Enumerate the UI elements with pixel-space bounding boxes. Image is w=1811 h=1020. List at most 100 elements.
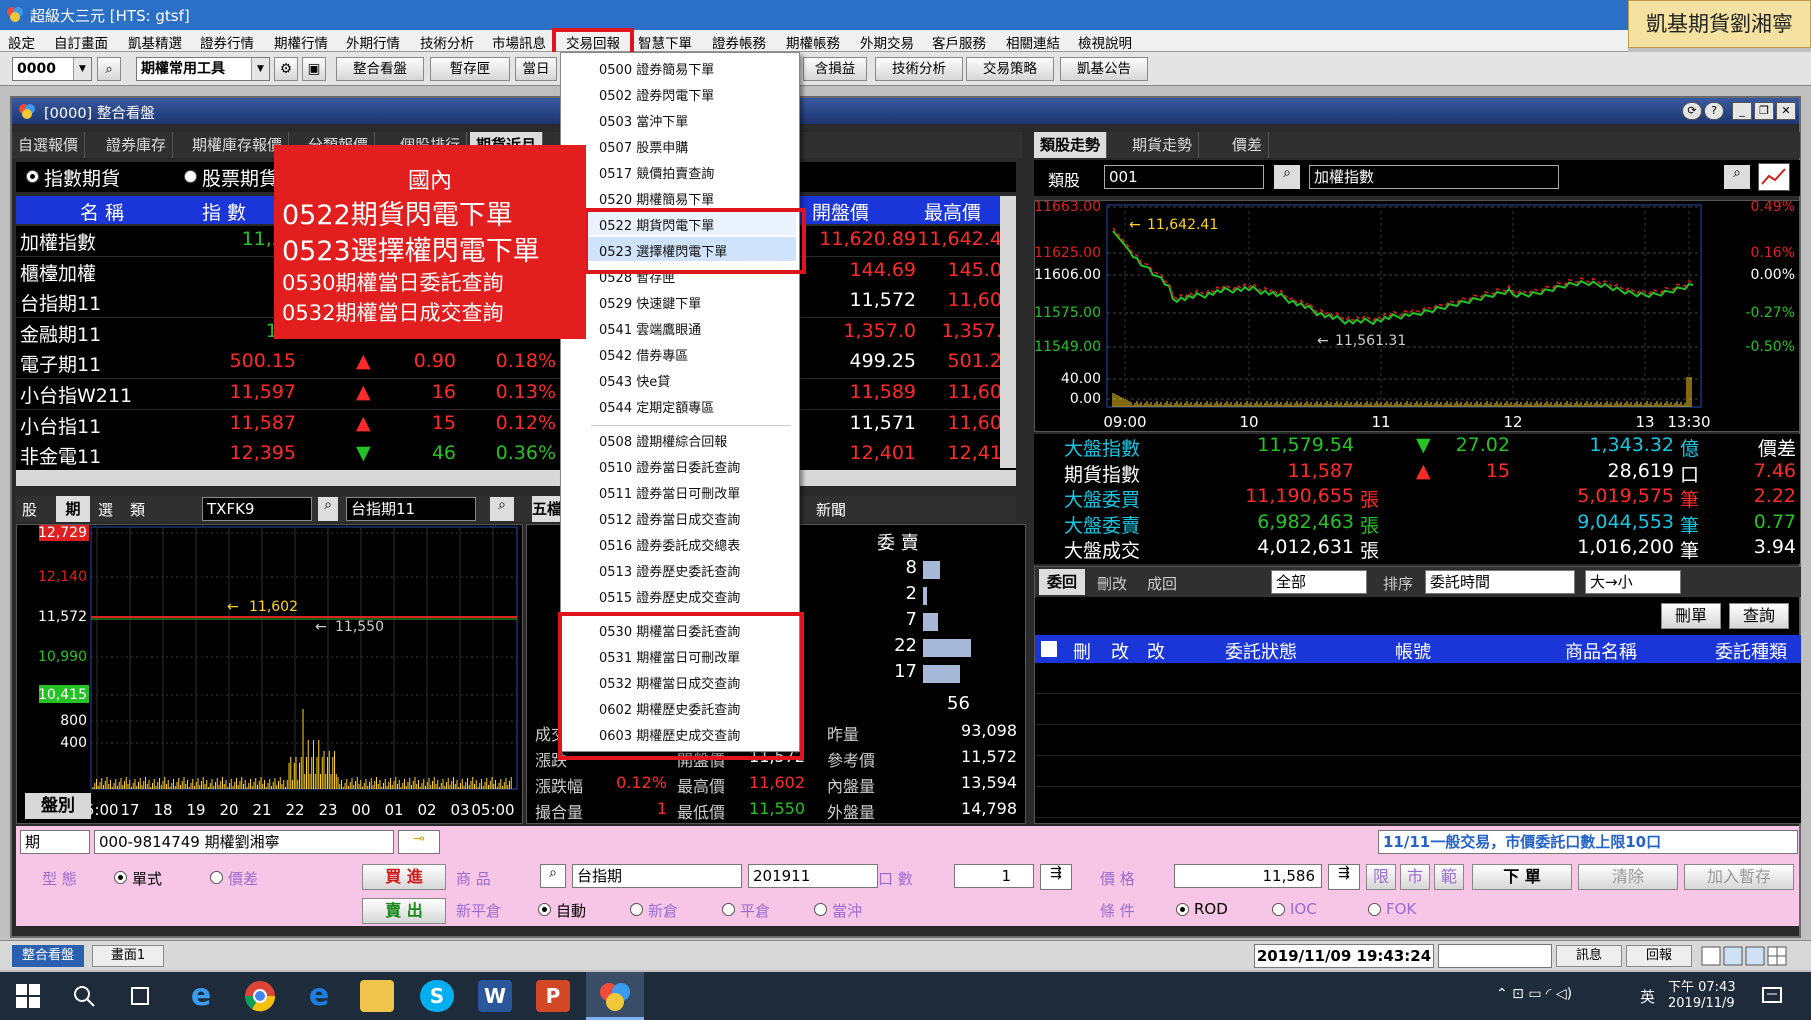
window-icon[interactable]: ▣: [302, 57, 326, 81]
qty-input[interactable]: 1: [954, 864, 1034, 888]
toolbar-btn-pnl[interactable]: 含損益: [803, 57, 867, 81]
price-input[interactable]: 11,586: [1174, 864, 1322, 888]
menu-item[interactable]: 外期行情: [346, 32, 400, 52]
table-row[interactable]: 電子期11 500.15 ▲ 0.90 0.18% 499.25 501.20: [16, 348, 1016, 379]
word-icon[interactable]: W: [478, 980, 512, 1012]
radio-rod[interactable]: [1176, 903, 1189, 916]
refresh-icon[interactable]: ⟳: [1682, 102, 1702, 120]
menu-item[interactable]: 0520 期權簡易下單: [599, 189, 714, 208]
tab-stock[interactable]: 股: [22, 499, 37, 520]
menu-item[interactable]: 0517 競價拍賣查詢: [599, 163, 714, 182]
menu-item[interactable]: 0541 雲端鷹眼通: [599, 319, 701, 338]
col-header[interactable]: 改: [1147, 638, 1165, 664]
menu-item[interactable]: 相關連結: [1006, 32, 1060, 52]
menu-item[interactable]: 0503 當沖下單: [599, 111, 688, 130]
tab-fill-report[interactable]: 成回: [1147, 573, 1177, 594]
status-tab-dashboard[interactable]: 整合看盤: [12, 945, 84, 967]
select-all-checkbox[interactable]: [1041, 641, 1057, 657]
tab-right[interactable]: 價差: [1226, 132, 1270, 158]
market-combo[interactable]: 期: [20, 830, 90, 854]
search-icon[interactable]: ⌕: [540, 864, 566, 888]
menu-item[interactable]: 0542 借券專區: [599, 345, 688, 364]
month-combo[interactable]: 201911: [748, 864, 878, 888]
account-combo[interactable]: 0000 ▼: [12, 57, 92, 81]
menu-item[interactable]: 外期交易: [860, 32, 914, 52]
range-button[interactable]: 範: [1434, 864, 1464, 890]
menu-item[interactable]: 0513 證券歷史委託查詢: [599, 561, 740, 580]
file-explorer-icon[interactable]: [360, 980, 394, 1012]
radio-fok[interactable]: [1368, 903, 1381, 916]
radio-open[interactable]: [630, 903, 643, 916]
table-row[interactable]: 小台指11 11,587 ▲ 15 0.12% 11,571 11,602: [16, 409, 1016, 440]
col-header[interactable]: 商品名稱: [1565, 638, 1637, 664]
tab-right[interactable]: 類股走勢: [1034, 132, 1108, 158]
search-icon[interactable]: [72, 984, 96, 1008]
tab-right[interactable]: 期貨走勢: [1126, 132, 1200, 158]
skype-icon[interactable]: S: [420, 980, 454, 1012]
ime-indicator[interactable]: 英: [1640, 986, 1655, 1007]
menu-item[interactable]: 0515 證券歷史成交查詢: [599, 587, 740, 606]
help-icon[interactable]: ?: [1704, 102, 1724, 120]
menu-item[interactable]: 智慧下單: [638, 32, 692, 52]
reports-button[interactable]: 回報: [1626, 945, 1692, 967]
order-combo[interactable]: 大→小: [1585, 570, 1681, 594]
radio-spread[interactable]: [210, 871, 223, 884]
menu-item[interactable]: 檢視說明: [1078, 32, 1132, 52]
flash-icon[interactable]: ⇶: [1040, 864, 1072, 890]
menu-item[interactable]: 證券帳務: [712, 32, 766, 52]
sector-combo[interactable]: 001: [1104, 165, 1264, 189]
table-row[interactable]: 小台指W211 11,597 ▲ 16 0.13% 11,589 11,608: [16, 379, 1016, 409]
menu-item[interactable]: 自訂畫面: [54, 32, 108, 52]
tab-order-report[interactable]: 委回: [1039, 569, 1085, 595]
tab-futures[interactable]: 期: [56, 496, 90, 522]
edge-icon[interactable]: e: [302, 980, 336, 1012]
gear-icon[interactable]: ⚙: [274, 57, 298, 81]
trading-app-taskbar-button[interactable]: [586, 972, 644, 1020]
chrome-icon[interactable]: [244, 980, 276, 1012]
key-icon[interactable]: ⊸: [398, 830, 440, 854]
status-tab-page1[interactable]: 畫面1: [92, 945, 164, 967]
toolbar-btn-ta[interactable]: 技術分析: [875, 57, 963, 81]
limit-button[interactable]: 限: [1366, 864, 1396, 890]
search-icon[interactable]: ⌕: [1274, 165, 1300, 189]
product-combo[interactable]: 台指期: [572, 864, 742, 888]
quote-scrollbar[interactable]: [1000, 196, 1016, 468]
menu-item[interactable]: 技術分析: [420, 32, 474, 52]
account-combo[interactable]: 000-9814749 期權劉湘寧: [94, 830, 394, 854]
tray-icons[interactable]: ⌃ ⊡ ▭ ◜ ◁): [1496, 986, 1572, 1002]
menu-item[interactable]: 證券行情: [200, 32, 254, 52]
tab-left[interactable]: 自選報價: [12, 132, 86, 158]
search-icon[interactable]: ⌕: [318, 497, 338, 521]
radio-ioc[interactable]: [1272, 903, 1285, 916]
tool-combo[interactable]: 期權常用工具 ▼: [136, 57, 270, 81]
menu-item[interactable]: 0510 證券當日委託查詢: [599, 457, 740, 476]
menu-item[interactable]: 設定: [8, 32, 35, 52]
radio-stock-futures[interactable]: [184, 170, 197, 183]
menu-item[interactable]: 0544 定期定額專區: [599, 397, 714, 416]
task-view-icon[interactable]: [128, 984, 152, 1008]
quote-hscrollbar[interactable]: [16, 470, 1016, 486]
market-button[interactable]: 市: [1400, 864, 1430, 890]
minimize-icon[interactable]: _: [1732, 102, 1752, 120]
col-header[interactable]: 委託狀態: [1225, 638, 1297, 664]
menu-item[interactable]: 0543 快e貸: [599, 371, 670, 390]
col-header[interactable]: 委託種類: [1715, 638, 1787, 664]
symbol-combo[interactable]: TXFK9: [202, 497, 312, 521]
menu-item[interactable]: 客戶服務: [932, 32, 986, 52]
toolbar-btn-notice[interactable]: 凱基公告: [1060, 57, 1148, 81]
restore-icon[interactable]: ❐: [1754, 102, 1774, 120]
menu-item[interactable]: 凱基精選: [128, 32, 182, 52]
sell-button[interactable]: 賣 出: [362, 898, 446, 924]
chart-icon[interactable]: [1758, 163, 1790, 191]
messages-button[interactable]: 訊息: [1556, 945, 1622, 967]
toolbar-btn-today[interactable]: 當日: [515, 57, 557, 81]
menu-item[interactable]: 0512 證券當日成交查詢: [599, 509, 740, 528]
windows-start-icon[interactable]: [16, 984, 40, 1008]
save-draft-button[interactable]: 加入暫存: [1684, 864, 1794, 890]
magnify-icon[interactable]: ⌕: [490, 497, 514, 521]
menu-item[interactable]: 期權行情: [274, 32, 328, 52]
tab-sector[interactable]: 類: [130, 499, 145, 520]
menu-item[interactable]: 期權帳務: [786, 32, 840, 52]
col-header[interactable]: 帳號: [1395, 638, 1431, 664]
table-row[interactable]: 非金電11 12,395 ▼ 46 0.36% 12,401 12,418: [16, 440, 1016, 471]
